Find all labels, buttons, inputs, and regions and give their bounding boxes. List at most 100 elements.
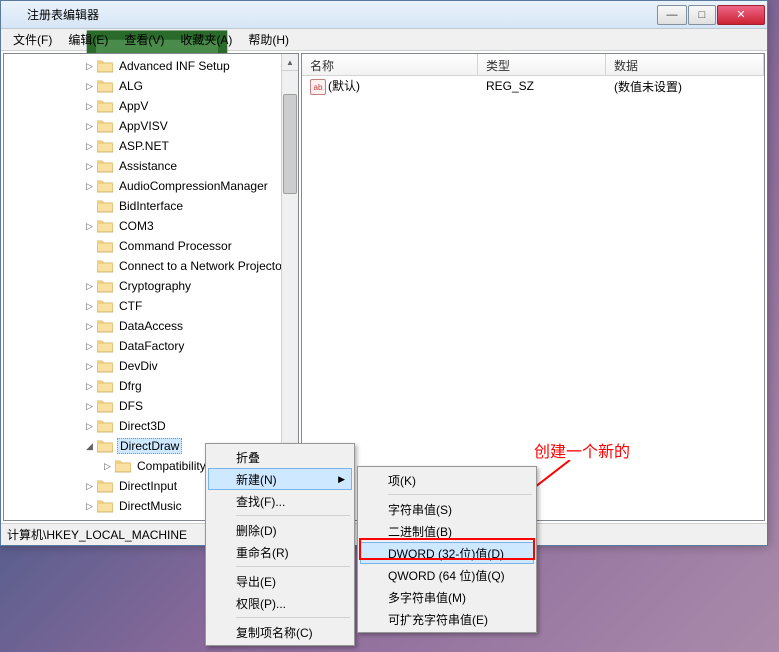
- expander-icon[interactable]: ▷: [84, 501, 95, 512]
- submenu-dword[interactable]: DWORD (32-位)值(D): [360, 542, 534, 564]
- expander-icon[interactable]: ▷: [84, 141, 95, 152]
- minimize-button[interactable]: —: [657, 5, 687, 25]
- tree-label: DevDiv: [117, 358, 160, 374]
- tree-item[interactable]: ▷AppVISV: [4, 116, 298, 136]
- tree-item[interactable]: ▷Advanced INF Setup: [4, 56, 298, 76]
- ctx-find[interactable]: 查找(F)...: [208, 490, 352, 512]
- submenu-key[interactable]: 项(K): [360, 469, 534, 491]
- ctx-permissions[interactable]: 权限(P)...: [208, 592, 352, 614]
- tree-item[interactable]: ▷Assistance: [4, 156, 298, 176]
- folder-icon: [97, 279, 113, 293]
- tree-item[interactable]: ▷Dfrg: [4, 376, 298, 396]
- tree-item[interactable]: Connect to a Network Projector: [4, 256, 298, 276]
- expander-icon[interactable]: ▷: [84, 301, 95, 312]
- folder-icon: [97, 359, 113, 373]
- submenu-binary[interactable]: 二进制值(B): [360, 520, 534, 542]
- app-icon: [7, 7, 23, 23]
- folder-icon: [115, 459, 131, 473]
- folder-icon: [97, 79, 113, 93]
- expander-icon[interactable]: ▷: [84, 121, 95, 132]
- tree-item[interactable]: ▷ DataAccess: [4, 316, 298, 336]
- ctx-new[interactable]: 新建(N) ▶: [208, 468, 352, 490]
- expander-icon[interactable]: ▷: [84, 281, 95, 292]
- col-header-name[interactable]: 名称: [302, 54, 478, 75]
- status-path: 计算机\HKEY_LOCAL_MACHINE: [7, 526, 187, 543]
- expander-icon[interactable]: ▷: [84, 381, 95, 392]
- expander-icon[interactable]: ▷: [84, 61, 95, 72]
- menu-view[interactable]: 查看(V): [116, 29, 172, 50]
- menu-help[interactable]: 帮助(H): [240, 29, 297, 50]
- expander-icon[interactable]: ▷: [102, 461, 113, 472]
- close-button[interactable]: ✕: [717, 5, 765, 25]
- maximize-button[interactable]: □: [688, 5, 716, 25]
- col-header-data[interactable]: 数据: [606, 54, 764, 75]
- tree-item[interactable]: ▷AppV: [4, 96, 298, 116]
- tree-label: Compatibility: [135, 458, 208, 474]
- tree-item[interactable]: BidInterface: [4, 196, 298, 216]
- tree-label: DataAccess: [117, 318, 185, 334]
- folder-icon: [97, 479, 113, 493]
- value-row[interactable]: ab(默认)REG_SZ(数值未设置): [302, 76, 764, 96]
- expander-icon[interactable]: ▷: [84, 481, 95, 492]
- tree-item[interactable]: ▷Direct3D: [4, 416, 298, 436]
- expander-icon[interactable]: ▷: [84, 421, 95, 432]
- scroll-up-button[interactable]: ▲: [282, 54, 298, 71]
- submenu-expand-string[interactable]: 可扩充字符串值(E): [360, 608, 534, 630]
- expander-icon[interactable]: ▷: [84, 221, 95, 232]
- tree-label: DirectMusic: [117, 498, 184, 514]
- tree-item[interactable]: ▷COM3: [4, 216, 298, 236]
- expander-icon[interactable]: ▷: [84, 321, 95, 332]
- submenu-qword[interactable]: QWORD (64 位)值(Q): [360, 564, 534, 586]
- tree-item[interactable]: ▷ DataFactory: [4, 336, 298, 356]
- expander-icon[interactable]: [84, 261, 95, 272]
- titlebar[interactable]: 注册表编辑器 — □ ✕: [1, 1, 767, 29]
- expander-icon[interactable]: ▷: [84, 341, 95, 352]
- expander-icon[interactable]: [84, 201, 95, 212]
- value-name: ab(默认): [302, 77, 478, 96]
- ctx-rename[interactable]: 重命名(R): [208, 541, 352, 563]
- menu-favorites[interactable]: 收藏夹(A): [172, 29, 240, 50]
- tree-label: BidInterface: [117, 198, 185, 214]
- folder-icon: [97, 439, 113, 453]
- expander-icon[interactable]: ▷: [84, 401, 95, 412]
- expander-icon[interactable]: ▷: [84, 181, 95, 192]
- folder-icon: [97, 379, 113, 393]
- submenu-string[interactable]: 字符串值(S): [360, 498, 534, 520]
- tree-item[interactable]: ▷Cryptography: [4, 276, 298, 296]
- folder-icon: [97, 499, 113, 513]
- tree-item[interactable]: ▷ASP.NET: [4, 136, 298, 156]
- expander-icon[interactable]: ▷: [84, 101, 95, 112]
- folder-icon: [97, 319, 113, 333]
- folder-icon: [97, 119, 113, 133]
- tree-item[interactable]: Command Processor: [4, 236, 298, 256]
- values-list[interactable]: ab(默认)REG_SZ(数值未设置): [302, 76, 764, 96]
- ctx-collapse[interactable]: 折叠: [208, 446, 352, 468]
- expander-icon[interactable]: ◢: [84, 441, 95, 452]
- tree-label: AudioCompressionManager: [117, 178, 270, 194]
- folder-icon: [97, 99, 113, 113]
- expander-icon[interactable]: ▷: [84, 361, 95, 372]
- ctx-copy-key-name[interactable]: 复制项名称(C): [208, 621, 352, 643]
- new-submenu: 项(K) 字符串值(S) 二进制值(B) DWORD (32-位)值(D) QW…: [357, 466, 537, 633]
- tree-item[interactable]: ▷DFS: [4, 396, 298, 416]
- tree-item[interactable]: ▷ALG: [4, 76, 298, 96]
- value-type: REG_SZ: [478, 79, 606, 93]
- expander-icon[interactable]: ▷: [84, 161, 95, 172]
- ctx-separator: [388, 494, 532, 495]
- menu-file[interactable]: 文件(F): [5, 29, 60, 50]
- menu-edit[interactable]: 编辑(E): [60, 29, 116, 50]
- ctx-export[interactable]: 导出(E): [208, 570, 352, 592]
- expander-icon[interactable]: [84, 241, 95, 252]
- tree-item[interactable]: ▷ DevDiv: [4, 356, 298, 376]
- folder-icon: [97, 219, 113, 233]
- ctx-delete[interactable]: 删除(D): [208, 519, 352, 541]
- submenu-multi-string[interactable]: 多字符串值(M): [360, 586, 534, 608]
- col-header-type[interactable]: 类型: [478, 54, 606, 75]
- tree-label: DataFactory: [117, 338, 186, 354]
- tree-item[interactable]: ▷ AudioCompressionManager: [4, 176, 298, 196]
- window-title: 注册表编辑器: [27, 6, 656, 23]
- annotation-text: 创建一个新的: [534, 438, 630, 462]
- expander-icon[interactable]: ▷: [84, 81, 95, 92]
- tree-item[interactable]: ▷CTF: [4, 296, 298, 316]
- scroll-thumb[interactable]: [283, 94, 297, 194]
